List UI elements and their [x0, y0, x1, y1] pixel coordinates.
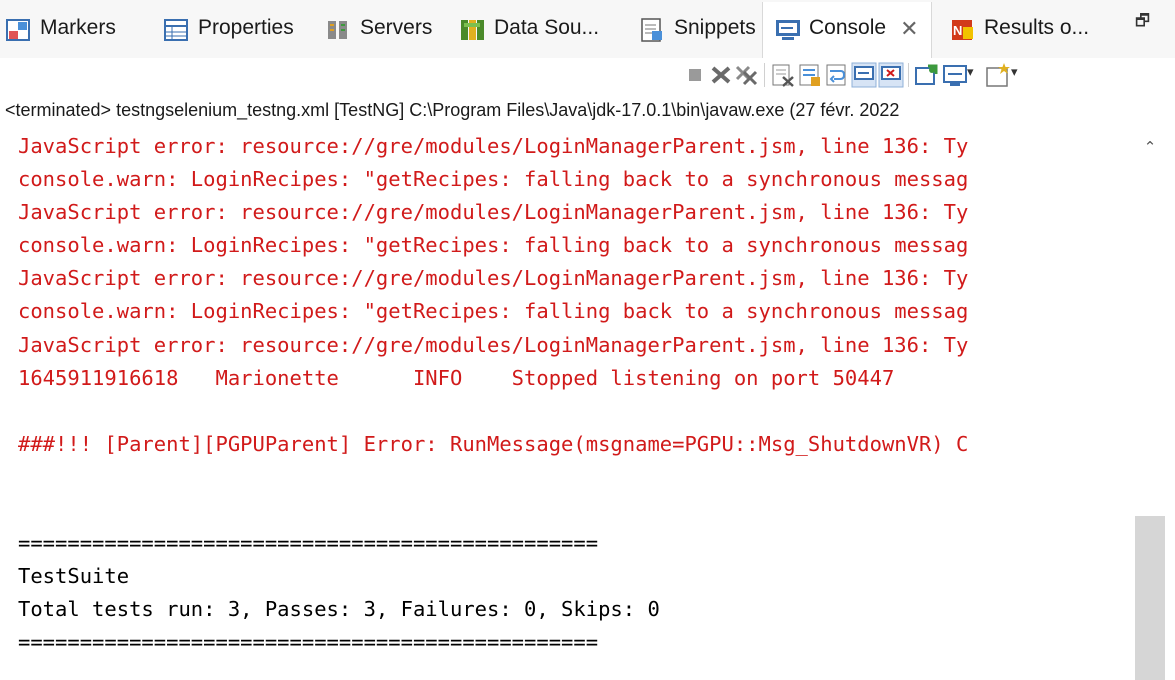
tab-label: Properties [198, 16, 294, 39]
tab-data-source[interactable]: Data Sou... [460, 2, 599, 60]
servers-icon [326, 17, 352, 43]
display-selected-console-icon[interactable] [942, 62, 968, 88]
open-console-dropdown[interactable]: ▾ [1011, 64, 1018, 80]
markers-icon [6, 17, 32, 43]
console-text: JavaScript error: resource://gre/modules… [18, 130, 1133, 660]
tab-console[interactable]: Console ✕ [762, 2, 932, 60]
tab-properties[interactable]: Properties [164, 2, 294, 60]
remove-launch-icon[interactable] [708, 62, 734, 88]
tab-label: Results o... [984, 16, 1090, 39]
console-line: JavaScript error: resource://gre/modules… [18, 266, 969, 291]
maximize-view-icon[interactable]: 🗗 [1135, 10, 1150, 37]
tab-markers[interactable]: Markers [6, 2, 116, 60]
show-on-stdout-icon[interactable] [851, 62, 877, 88]
console-toolbar: ▾ ▾ [0, 58, 1175, 92]
pin-console-icon[interactable] [914, 62, 940, 88]
console-line: Total tests run: 3, Passes: 3, Failures:… [18, 597, 660, 622]
clear-console-icon[interactable] [770, 62, 796, 88]
console-icon [775, 17, 801, 43]
console-line: JavaScript error: resource://gre/modules… [18, 200, 969, 225]
tab-label: Markers [40, 16, 116, 39]
console-line: ========================================… [18, 630, 599, 655]
console-line: TestSuite [18, 564, 130, 589]
console-line: JavaScript error: resource://gre/modules… [18, 332, 969, 357]
tab-servers[interactable]: Servers [326, 2, 432, 60]
tab-label: Console [809, 16, 887, 39]
tab-label: Snippets [674, 16, 756, 39]
open-console-icon[interactable] [985, 62, 1011, 88]
svg-text:N: N [953, 23, 962, 38]
console-output-area[interactable]: JavaScript error: resource://gre/modules… [0, 130, 1175, 680]
console-line: 1645911916618 Marionette INFO Stopped li… [18, 365, 895, 390]
properties-icon [164, 17, 190, 43]
tab-testng-results[interactable]: N Results o... [950, 2, 1089, 60]
show-on-stderr-icon[interactable] [878, 62, 904, 88]
remove-all-terminated-icon[interactable] [734, 62, 760, 88]
terminate-icon[interactable] [682, 62, 708, 88]
console-line: JavaScript error: resource://gre/modules… [18, 134, 969, 158]
scroll-lock-icon[interactable] [797, 62, 823, 88]
scrollbar-thumb[interactable] [1135, 516, 1165, 680]
tab-label: Data Sou... [494, 16, 600, 39]
tab-snippets[interactable]: Snippets [640, 2, 756, 60]
snippets-icon [640, 17, 666, 43]
display-console-dropdown[interactable]: ▾ [967, 64, 974, 80]
toolbar-separator [908, 63, 909, 87]
tab-label: Servers [360, 16, 433, 39]
view-tab-bar: Markers Properties Servers Data Sou... S… [0, 0, 1175, 60]
console-line: console.warn: LoginRecipes: "getRecipes:… [18, 233, 969, 258]
toolbar-separator [764, 63, 765, 87]
testng-results-icon: N [950, 17, 976, 43]
console-line: console.warn: LoginRecipes: "getRecipes:… [18, 167, 969, 192]
word-wrap-icon[interactable] [824, 62, 850, 88]
data-source-icon [460, 17, 486, 43]
console-line: ###!!! [Parent][PGPUParent] Error: RunMe… [18, 431, 969, 456]
console-line: console.warn: LoginRecipes: "getRecipes:… [18, 299, 969, 324]
vertical-scrollbar[interactable]: ⌃ [1135, 130, 1165, 680]
launch-status-line: <terminated> testngselenium_testng.xml [… [5, 100, 900, 120]
scroll-up-arrow-icon[interactable]: ⌃ [1139, 138, 1161, 158]
console-line: ========================================… [18, 531, 599, 556]
close-tab-icon[interactable]: ✕ [900, 16, 918, 42]
